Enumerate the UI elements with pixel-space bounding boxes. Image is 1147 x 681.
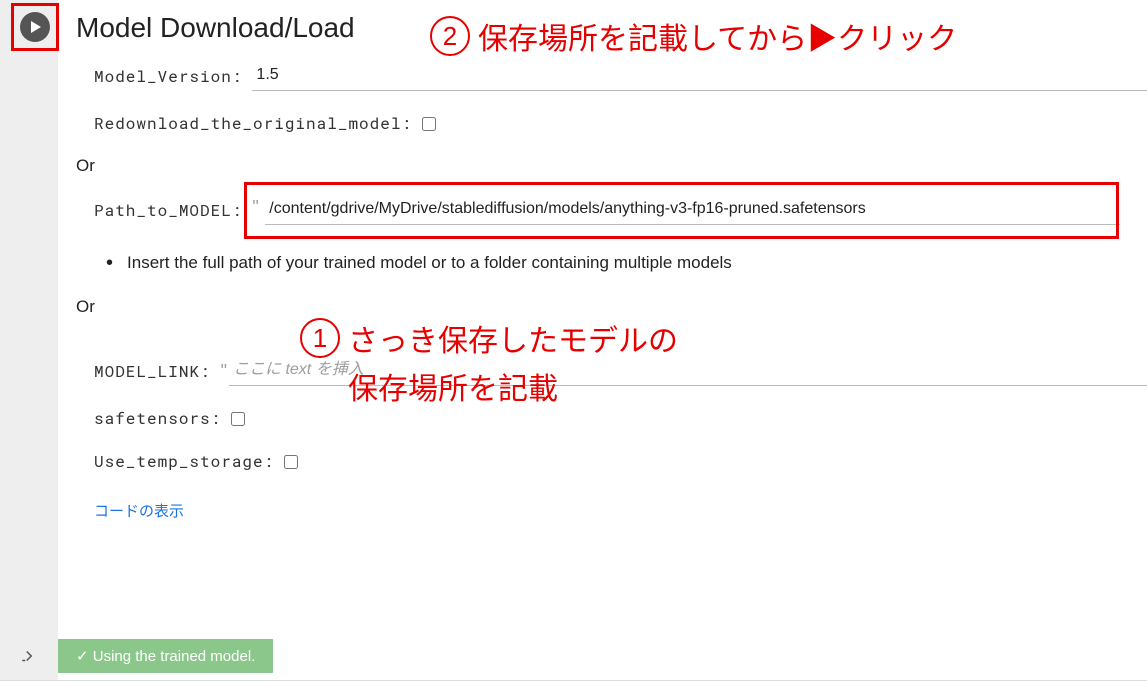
path-to-model-label: Path_to_MODEL: xyxy=(94,200,242,221)
model-version-input[interactable] xyxy=(252,62,1147,91)
quote-icon: " xyxy=(252,197,258,217)
output-status-badge: ✓ Using the trained model. xyxy=(58,639,273,673)
path-input-wrap: " xyxy=(252,196,1127,225)
model-link-input[interactable] xyxy=(229,357,1147,386)
show-code-link[interactable]: コードの表示 xyxy=(94,500,184,521)
or-separator-1: Or xyxy=(76,156,1147,176)
redownload-row: Redownload_the_original_model: xyxy=(94,113,1147,134)
redownload-checkbox[interactable] xyxy=(422,117,436,131)
model-version-row: Model_Version: xyxy=(94,62,1147,91)
use-temp-checkbox[interactable] xyxy=(284,455,298,469)
or-separator-2: Or xyxy=(76,297,1147,317)
safetensors-row: safetensors: xyxy=(94,408,1147,429)
redownload-label: Redownload_the_original_model: xyxy=(94,113,412,134)
safetensors-checkbox[interactable] xyxy=(231,412,245,426)
path-help-text: Insert the full path of your trained mod… xyxy=(127,253,732,273)
cell-title: Model Download/Load xyxy=(76,12,1147,44)
output-arrow-icon[interactable] xyxy=(0,647,58,665)
notebook-cell: Model Download/Load Model_Version: Redow… xyxy=(0,0,1147,681)
model-link-label: MODEL_LINK: xyxy=(94,361,211,382)
path-help-bullet: Insert the full path of your trained mod… xyxy=(106,253,1147,273)
play-icon xyxy=(30,21,42,33)
path-to-model-row: Path_to_MODEL: " xyxy=(94,196,1147,225)
path-to-model-input[interactable] xyxy=(265,196,1120,225)
run-cell-button[interactable] xyxy=(20,12,50,42)
use-temp-row: Use_temp_storage: xyxy=(94,451,1147,472)
quote-icon: " xyxy=(221,361,227,382)
model-link-row: MODEL_LINK: " xyxy=(94,357,1147,386)
cell-gutter xyxy=(0,0,58,680)
model-version-label: Model_Version: xyxy=(94,66,242,87)
use-temp-label: Use_temp_storage: xyxy=(94,451,274,472)
cell-content: Model Download/Load Model_Version: Redow… xyxy=(58,0,1147,680)
safetensors-label: safetensors: xyxy=(94,408,221,429)
cell-output-row: ✓ Using the trained model. xyxy=(0,639,273,673)
